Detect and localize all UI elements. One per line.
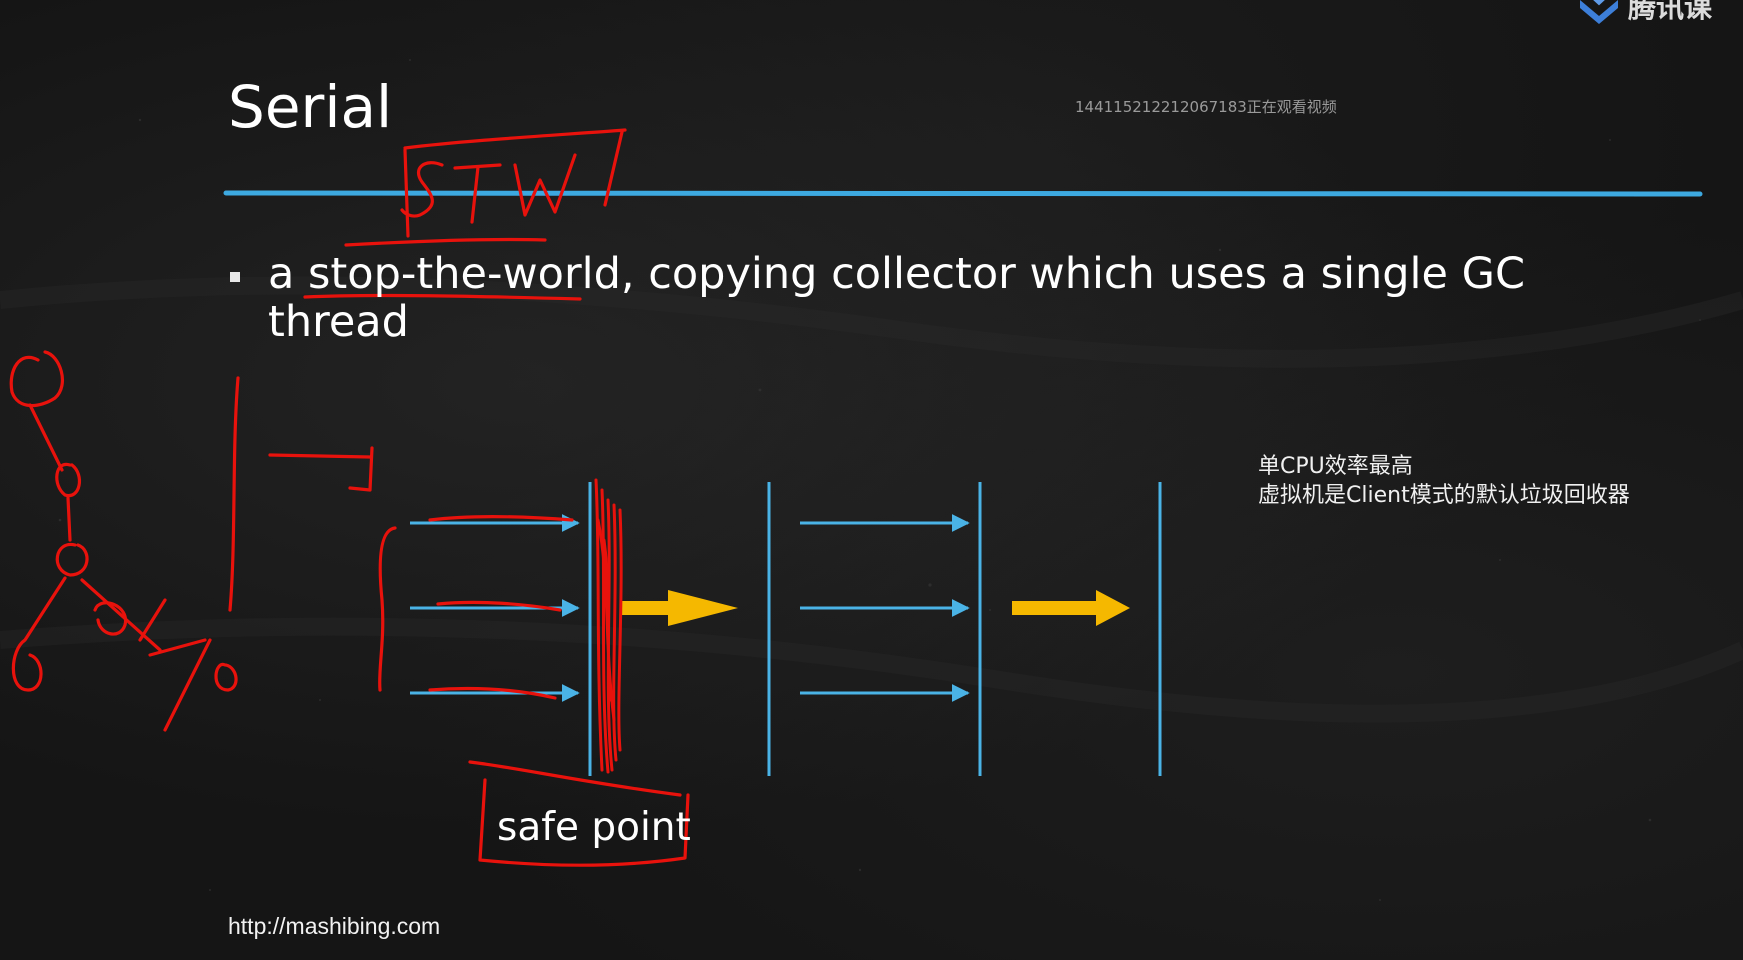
footer-url: http://mashibing.com (228, 913, 441, 939)
bullet-marker (230, 272, 240, 282)
safe-point-label: safe point (497, 805, 691, 850)
red-annotations (9, 128, 690, 867)
side-note-line-2: 虚拟机是Client模式的默认垃圾回收器 (1258, 483, 1630, 508)
bracket-sketch (228, 376, 240, 612)
stw-letter-w (513, 153, 577, 217)
bullet-text: a stop-the-world, copying collector whic… (268, 249, 1525, 347)
side-note-line-1: 单CPU效率最高 (1258, 454, 1413, 479)
slide: 腾讯课 Serial 144115212212067183正在观看视频 a st… (0, 0, 1743, 960)
title-underline (223, 189, 1703, 197)
stw-box (344, 128, 627, 247)
gc-thread-arrow (1012, 590, 1130, 626)
gc-thread-arrow (622, 590, 738, 626)
safepoint-scribble (594, 478, 623, 774)
side-note: 单CPU效率最高 虚拟机是Client模式的默认垃圾回收器 (1258, 452, 1630, 510)
object-graph-sketch (9, 350, 65, 408)
